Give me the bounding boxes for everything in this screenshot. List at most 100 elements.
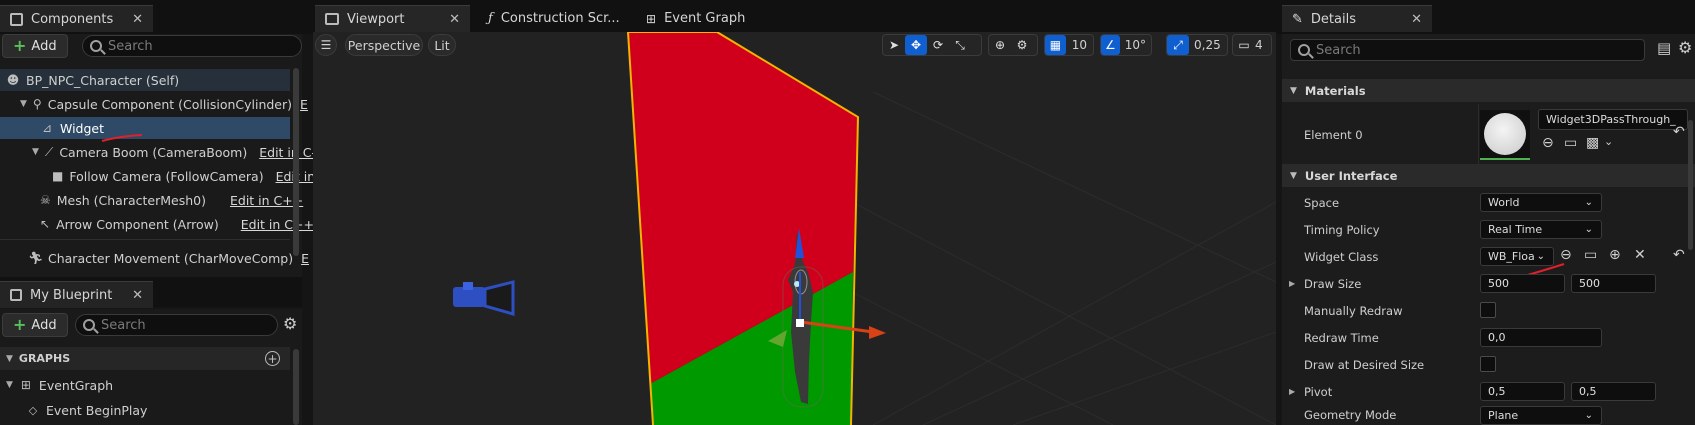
checker-icon[interactable]: ▩: [1586, 135, 1599, 151]
search-placeholder: Search: [108, 38, 153, 54]
collapse-icon[interactable]: ▼: [1290, 86, 1297, 96]
rotate-icon[interactable]: ⟳: [927, 35, 949, 55]
details-search-input[interactable]: Search: [1290, 39, 1645, 61]
close-icon[interactable]: ✕: [1411, 12, 1422, 27]
tab-event-graph[interactable]: ⊞ Event Graph: [636, 5, 786, 32]
add-circle-icon[interactable]: ⊕: [1609, 247, 1621, 263]
edit-in-cpp-link[interactable]: Edit in C-: [259, 145, 316, 160]
graphs-section-header[interactable]: ▼ GRAPHS +: [0, 347, 290, 370]
user-interface-section-header[interactable]: ▼ User Interface: [1282, 164, 1695, 187]
tab-my-blueprint[interactable]: My Blueprint ✕: [0, 281, 153, 308]
tree-item-follow-camera[interactable]: ■ Follow Camera (FollowCamera) Edit in: [0, 165, 315, 187]
blueprint-search-input[interactable]: Search: [75, 314, 278, 336]
details-scrollbar[interactable]: [1688, 120, 1693, 250]
close-icon[interactable]: ✕: [132, 12, 143, 27]
geometry-dropdown[interactable]: Plane ⌄: [1480, 406, 1602, 425]
pivot-x-input[interactable]: 0,5: [1480, 382, 1565, 401]
tree-item-mesh[interactable]: ☠ Mesh (CharacterMesh0) Edit in C++: [0, 189, 303, 211]
manual-redraw-label: Manually Redraw: [1304, 303, 1403, 318]
collapse-icon[interactable]: ▼: [32, 147, 39, 157]
close-icon[interactable]: ✕: [449, 12, 460, 27]
add-graph-icon[interactable]: +: [265, 351, 280, 366]
space-row: Space World ⌄: [1282, 190, 1695, 215]
plus-icon: +: [13, 315, 27, 334]
edit-in-cpp-link[interactable]: E: [300, 97, 308, 112]
viewport-canvas[interactable]: ☰ Perspective Lit: [313, 32, 1276, 425]
table-view-icon[interactable]: ▤: [1657, 39, 1671, 57]
expand-icon[interactable]: ▶: [1289, 279, 1295, 288]
collapse-icon[interactable]: ▼: [20, 99, 27, 109]
geometry-value: Plane: [1488, 409, 1519, 422]
viewport-menu-button[interactable]: ☰: [315, 34, 337, 56]
settings-gear-icon[interactable]: ⚙: [283, 314, 297, 333]
scale-icon[interactable]: ⤡: [949, 35, 971, 55]
draw-desired-size-checkbox[interactable]: [1480, 356, 1496, 372]
tree-item-label: Camera Boom (CameraBoom): [59, 144, 248, 160]
draw-size-y-input[interactable]: 500: [1571, 274, 1656, 293]
tree-item-widget[interactable]: ⊿ Widget: [0, 117, 290, 139]
close-icon[interactable]: ✕: [132, 288, 143, 303]
space-dropdown[interactable]: World ⌄: [1480, 193, 1602, 212]
edit-in-cpp-link[interactable]: E: [301, 251, 309, 266]
collapse-icon[interactable]: ▼: [6, 354, 13, 364]
materials-section-header[interactable]: ▼ Materials: [1282, 79, 1695, 102]
components-search-input[interactable]: Search: [82, 35, 302, 57]
tab-construction-script[interactable]: ƒ Construction Scr...: [478, 5, 633, 32]
select-icon[interactable]: ➤: [883, 35, 905, 55]
edit-in-cpp-link[interactable]: Edit in C++: [241, 217, 314, 232]
expand-icon[interactable]: ▶: [1289, 387, 1295, 396]
lit-button[interactable]: Lit: [428, 34, 456, 56]
collapse-icon[interactable]: ▼: [1290, 171, 1297, 181]
browse-folder-icon[interactable]: ▭: [1564, 135, 1577, 151]
settings-gear-icon[interactable]: ⚙: [1678, 38, 1692, 57]
tree-item-self[interactable]: ☻ BP_NPC_Character (Self): [0, 69, 290, 91]
scale-snap-toggle[interactable]: ⤢ 0,25: [1166, 34, 1228, 56]
surface-snap-icon[interactable]: ⚙: [1011, 35, 1033, 55]
skeleton-icon: ☠: [40, 193, 51, 207]
pencil-icon: ✎: [1292, 11, 1303, 27]
reset-icon[interactable]: ↶: [1673, 124, 1685, 140]
tree-item-character-movement[interactable]: 🏃︎ Character Movement (CharMoveComp) E: [0, 247, 309, 269]
tree-item-capsule[interactable]: ▼ ⚲ Capsule Component (CollisionCylinder…: [0, 93, 308, 115]
material-sphere: [1484, 113, 1526, 155]
event-begin-play-label: Event BeginPlay: [46, 402, 148, 418]
tree-item-camera-boom[interactable]: ▼ ⟋ Camera Boom (CameraBoom) Edit in C-: [0, 141, 316, 163]
draw-size-x-input[interactable]: 500: [1480, 274, 1565, 293]
my-blueprint-panel: + Add Search ⚙ ▼ GRAPHS + ▼ ⊞ EventGraph…: [0, 309, 302, 425]
tree-item-arrow[interactable]: ↖ Arrow Component (Arrow) Edit in C++: [0, 213, 314, 235]
camera-speed-button[interactable]: ▭ 4: [1232, 34, 1272, 56]
transform-tools: ➤ ✥ ⟳ ⤡: [882, 34, 982, 56]
material-thumbnail[interactable]: [1480, 110, 1530, 160]
components-scrollbar[interactable]: [293, 68, 299, 256]
redraw-time-input[interactable]: 0,0: [1480, 328, 1602, 347]
rotation-snap-toggle[interactable]: ∠ 10°: [1100, 34, 1152, 56]
add-component-button[interactable]: + Add: [2, 34, 68, 58]
browse-folder-icon[interactable]: ▭: [1584, 247, 1597, 263]
tab-components[interactable]: Components ✕: [0, 5, 153, 32]
add-blueprint-item-button[interactable]: + Add: [2, 313, 68, 337]
collapse-icon[interactable]: ▼: [6, 380, 13, 390]
blueprint-scrollbar[interactable]: [293, 349, 299, 425]
manually-redraw-checkbox[interactable]: [1480, 302, 1496, 318]
pivot-label: Pivot: [1304, 384, 1333, 399]
event-graph-item[interactable]: ▼ ⊞ EventGraph: [0, 374, 113, 396]
event-begin-play-item[interactable]: ◇ Event BeginPlay: [0, 399, 148, 421]
use-selected-icon[interactable]: ⊖: [1542, 135, 1554, 151]
material-name-field[interactable]: Widget3DPassThrough_: [1538, 109, 1688, 130]
event-diamond-icon: ◇: [28, 403, 38, 417]
perspective-button[interactable]: Perspective: [345, 34, 423, 56]
reset-icon[interactable]: ↶: [1673, 247, 1685, 263]
grid-snap-toggle[interactable]: ▦ 10: [1044, 34, 1094, 56]
world-space-icon[interactable]: ⊕: [989, 35, 1011, 55]
move-icon[interactable]: ✥: [905, 35, 927, 55]
perspective-label: Perspective: [347, 37, 421, 53]
clear-x-icon[interactable]: ✕: [1634, 247, 1646, 263]
tab-details[interactable]: ✎ Details ✕: [1282, 5, 1432, 32]
pivot-y-input[interactable]: 0,5: [1571, 382, 1656, 401]
search-icon: [90, 40, 102, 52]
annotation-mark: [101, 134, 143, 142]
timing-dropdown[interactable]: Real Time ⌄: [1480, 220, 1602, 239]
scale-snap-value: 0,25: [1194, 38, 1221, 52]
tab-viewport[interactable]: Viewport ✕: [315, 5, 470, 32]
chevron-down-icon[interactable]: ⌄: [1604, 135, 1613, 148]
